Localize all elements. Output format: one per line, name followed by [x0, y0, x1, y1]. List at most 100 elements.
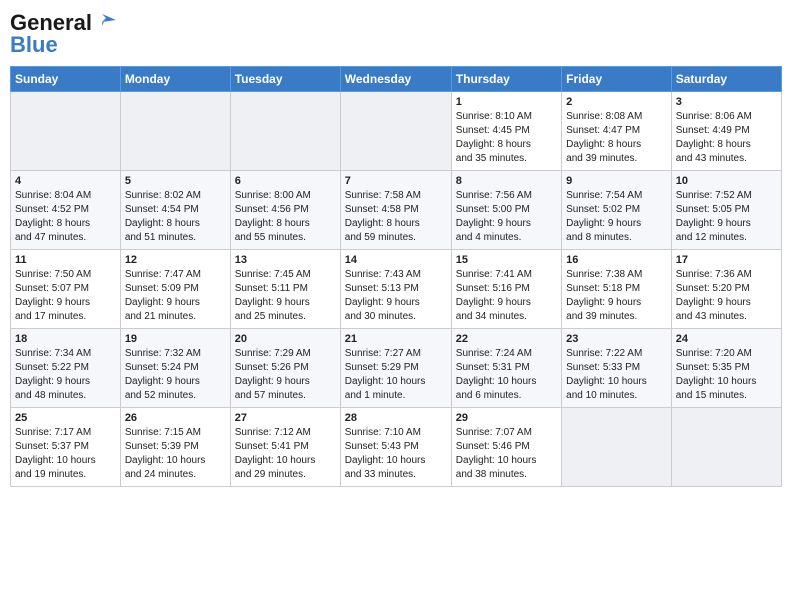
day-info: Sunrise: 7:32 AM Sunset: 5:24 PM Dayligh… [125, 347, 226, 403]
day-info: Sunrise: 7:34 AM Sunset: 5:22 PM Dayligh… [15, 347, 116, 403]
calendar-cell: 20 Sunrise: 7:29 AM Sunset: 5:26 PM Dayli… [230, 329, 340, 408]
day-info: Sunrise: 7:45 AM Sunset: 5:11 PM Dayligh… [235, 268, 336, 324]
logo-blue: Blue [10, 32, 58, 58]
day-info: Sunrise: 7:29 AM Sunset: 5:26 PM Dayligh… [235, 347, 336, 403]
day-number: 2 [566, 96, 667, 108]
day-info: Sunrise: 7:15 AM Sunset: 5:39 PM Dayligh… [125, 426, 226, 482]
calendar-cell: 17Sunrise: 7:36 AM Sunset: 5:20 PM Dayli… [671, 250, 781, 329]
calendar-cell: 13 Sunrise: 7:45 AM Sunset: 5:11 PM Dayli… [230, 250, 340, 329]
calendar-cell [340, 92, 451, 171]
day-info: Sunrise: 7:36 AM Sunset: 5:20 PM Dayligh… [676, 268, 777, 324]
day-info: Sunrise: 7:54 AM Sunset: 5:02 PM Dayligh… [566, 189, 667, 245]
day-number: 8 [456, 175, 557, 187]
day-info: Sunrise: 7:41 AM Sunset: 5:16 PM Dayligh… [456, 268, 557, 324]
day-number: 16 [566, 254, 667, 266]
weekday-header-thursday: Thursday [451, 67, 561, 92]
calendar-cell: 24 Sunrise: 7:20 AM Sunset: 5:35 PM Dayli… [671, 329, 781, 408]
calendar-cell: 22 Sunrise: 7:24 AM Sunset: 5:31 PM Dayli… [451, 329, 561, 408]
calendar-table: SundayMondayTuesdayWednesdayThursdayFrid… [10, 66, 782, 487]
calendar-cell [230, 92, 340, 171]
day-info: Sunrise: 7:20 AM Sunset: 5:35 PM Dayligh… [676, 347, 777, 403]
day-number: 12 [125, 254, 226, 266]
day-info: Sunrise: 7:27 AM Sunset: 5:29 PM Dayligh… [345, 347, 447, 403]
weekday-header-monday: Monday [120, 67, 230, 92]
day-number: 20 [235, 333, 336, 345]
day-info: Sunrise: 8:08 AM Sunset: 4:47 PM Dayligh… [566, 110, 667, 166]
day-number: 14 [345, 254, 447, 266]
day-info: Sunrise: 7:22 AM Sunset: 5:33 PM Dayligh… [566, 347, 667, 403]
day-info: Sunrise: 8:02 AM Sunset: 4:54 PM Dayligh… [125, 189, 226, 245]
calendar-cell: 5 Sunrise: 8:02 AM Sunset: 4:54 PM Daylig… [120, 171, 230, 250]
day-number: 29 [456, 412, 557, 424]
day-number: 13 [235, 254, 336, 266]
day-number: 1 [456, 96, 557, 108]
day-info: Sunrise: 8:04 AM Sunset: 4:52 PM Dayligh… [15, 189, 116, 245]
day-info: Sunrise: 7:50 AM Sunset: 5:07 PM Dayligh… [15, 268, 116, 324]
calendar-cell: 4 Sunrise: 8:04 AM Sunset: 4:52 PM Daylig… [11, 171, 121, 250]
day-info: Sunrise: 7:10 AM Sunset: 5:43 PM Dayligh… [345, 426, 447, 482]
weekday-header-saturday: Saturday [671, 67, 781, 92]
week-row-2: 4 Sunrise: 8:04 AM Sunset: 4:52 PM Daylig… [11, 171, 782, 250]
week-row-3: 11 Sunrise: 7:50 AM Sunset: 5:07 PM Dayli… [11, 250, 782, 329]
day-info: Sunrise: 7:12 AM Sunset: 5:41 PM Dayligh… [235, 426, 336, 482]
day-number: 19 [125, 333, 226, 345]
day-number: 11 [15, 254, 116, 266]
calendar-cell: 3 Sunrise: 8:06 AM Sunset: 4:49 PM Daylig… [671, 92, 781, 171]
day-number: 24 [676, 333, 777, 345]
day-number: 3 [676, 96, 777, 108]
day-number: 9 [566, 175, 667, 187]
day-number: 15 [456, 254, 557, 266]
day-number: 4 [15, 175, 116, 187]
calendar-cell: 29 Sunrise: 7:07 AM Sunset: 5:46 PM Dayli… [451, 408, 561, 487]
day-number: 21 [345, 333, 447, 345]
logo-bird-icon [94, 12, 116, 30]
calendar-cell: 1 Sunrise: 8:10 AM Sunset: 4:45 PM Daylig… [451, 92, 561, 171]
day-number: 22 [456, 333, 557, 345]
calendar-cell [11, 92, 121, 171]
calendar-cell: 16 Sunrise: 7:38 AM Sunset: 5:18 PM Dayli… [562, 250, 672, 329]
day-number: 5 [125, 175, 226, 187]
calendar-cell: 2 Sunrise: 8:08 AM Sunset: 4:47 PM Daylig… [562, 92, 672, 171]
calendar-cell: 26Sunrise: 7:15 AM Sunset: 5:39 PM Dayli… [120, 408, 230, 487]
day-info: Sunrise: 8:00 AM Sunset: 4:56 PM Dayligh… [235, 189, 336, 245]
day-number: 10 [676, 175, 777, 187]
day-number: 28 [345, 412, 447, 424]
calendar-cell: 8Sunrise: 7:56 AM Sunset: 5:00 PM Daylig… [451, 171, 561, 250]
day-info: Sunrise: 7:58 AM Sunset: 4:58 PM Dayligh… [345, 189, 447, 245]
day-number: 23 [566, 333, 667, 345]
calendar-body: 1 Sunrise: 8:10 AM Sunset: 4:45 PM Daylig… [11, 92, 782, 487]
calendar-cell: 14Sunrise: 7:43 AM Sunset: 5:13 PM Dayli… [340, 250, 451, 329]
weekday-header-friday: Friday [562, 67, 672, 92]
header: General Blue [10, 10, 782, 58]
calendar-cell: 25 Sunrise: 7:17 AM Sunset: 5:37 PM Dayli… [11, 408, 121, 487]
day-number: 6 [235, 175, 336, 187]
weekday-header-sunday: Sunday [11, 67, 121, 92]
day-info: Sunrise: 7:24 AM Sunset: 5:31 PM Dayligh… [456, 347, 557, 403]
calendar-cell: 23 Sunrise: 7:22 AM Sunset: 5:33 PM Dayli… [562, 329, 672, 408]
week-row-4: 18 Sunrise: 7:34 AM Sunset: 5:22 PM Dayli… [11, 329, 782, 408]
calendar-cell: 10 Sunrise: 7:52 AM Sunset: 5:05 PM Dayli… [671, 171, 781, 250]
day-info: Sunrise: 8:10 AM Sunset: 4:45 PM Dayligh… [456, 110, 557, 166]
calendar-cell: 6 Sunrise: 8:00 AM Sunset: 4:56 PM Daylig… [230, 171, 340, 250]
calendar-cell: 11 Sunrise: 7:50 AM Sunset: 5:07 PM Dayli… [11, 250, 121, 329]
day-info: Sunrise: 7:38 AM Sunset: 5:18 PM Dayligh… [566, 268, 667, 324]
calendar-cell: 18 Sunrise: 7:34 AM Sunset: 5:22 PM Dayli… [11, 329, 121, 408]
calendar-cell: 7Sunrise: 7:58 AM Sunset: 4:58 PM Daylig… [340, 171, 451, 250]
calendar-cell: 12 Sunrise: 7:47 AM Sunset: 5:09 PM Dayli… [120, 250, 230, 329]
day-info: Sunrise: 7:47 AM Sunset: 5:09 PM Dayligh… [125, 268, 226, 324]
calendar-cell [671, 408, 781, 487]
calendar-cell: 19 Sunrise: 7:32 AM Sunset: 5:24 PM Dayli… [120, 329, 230, 408]
calendar-cell [120, 92, 230, 171]
day-number: 27 [235, 412, 336, 424]
day-info: Sunrise: 7:07 AM Sunset: 5:46 PM Dayligh… [456, 426, 557, 482]
calendar-cell: 27 Sunrise: 7:12 AM Sunset: 5:41 PM Dayli… [230, 408, 340, 487]
logo: General Blue [10, 10, 116, 58]
calendar-cell: 21 Sunrise: 7:27 AM Sunset: 5:29 PM Dayli… [340, 329, 451, 408]
week-row-5: 25 Sunrise: 7:17 AM Sunset: 5:37 PM Dayli… [11, 408, 782, 487]
day-number: 18 [15, 333, 116, 345]
day-info: Sunrise: 7:17 AM Sunset: 5:37 PM Dayligh… [15, 426, 116, 482]
day-info: Sunrise: 7:52 AM Sunset: 5:05 PM Dayligh… [676, 189, 777, 245]
day-number: 25 [15, 412, 116, 424]
calendar-cell: 9 Sunrise: 7:54 AM Sunset: 5:02 PM Daylig… [562, 171, 672, 250]
day-info: Sunrise: 8:06 AM Sunset: 4:49 PM Dayligh… [676, 110, 777, 166]
